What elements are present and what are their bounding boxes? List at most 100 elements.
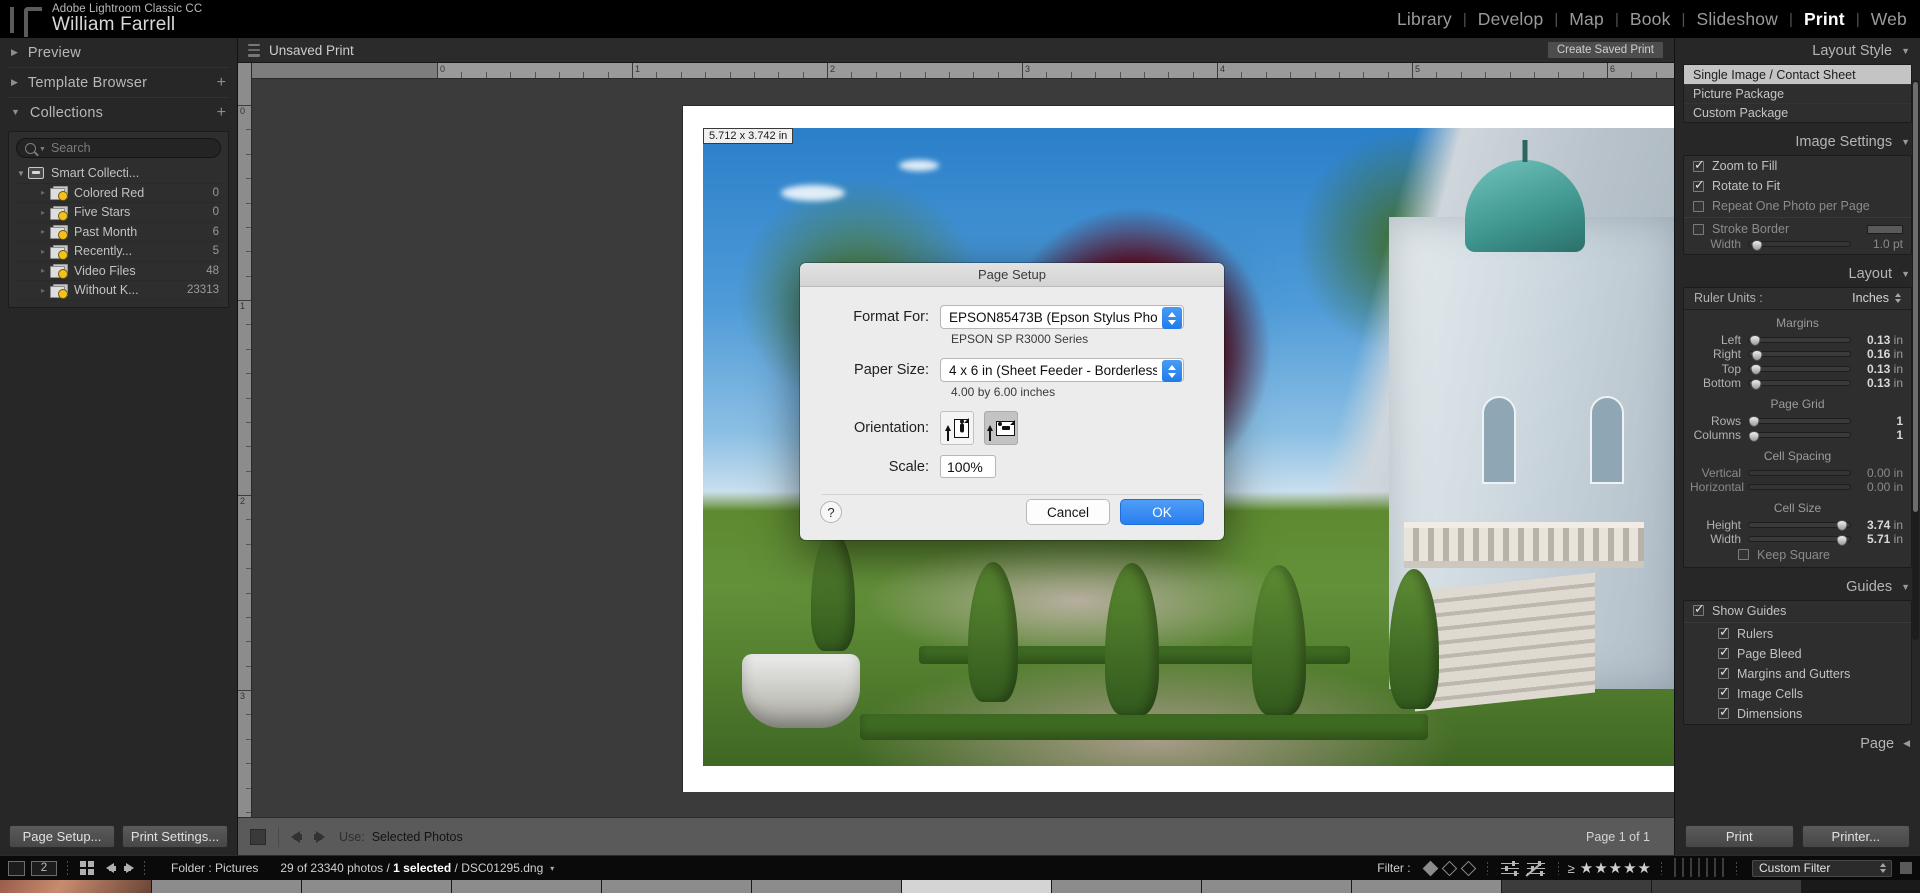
slider-track[interactable] (1748, 378, 1851, 390)
ruler-units-dropdown[interactable]: Inches (1852, 291, 1901, 305)
custom-filter-dropdown[interactable]: Custom Filter (1752, 859, 1892, 877)
template-browser-panel-header[interactable]: ▶ Template Browser + (0, 68, 237, 97)
filmstrip-thumbnail[interactable] (302, 880, 452, 893)
page-setup-dialog[interactable]: Page Setup Format For: EPSON85473B (Epso… (800, 263, 1224, 540)
collections-panel-header[interactable]: ▼ Collections + (0, 98, 237, 127)
slider-knob[interactable] (1751, 239, 1763, 251)
slider-knob[interactable] (1750, 378, 1762, 390)
add-collection-icon[interactable]: + (217, 104, 226, 121)
stroke-border-checkbox[interactable]: Stroke Border (1684, 219, 1911, 239)
go-back-button[interactable] (106, 863, 116, 873)
orientation-portrait-button[interactable] (940, 411, 974, 445)
collection-row-five-stars[interactable]: ▸ Five Stars 0 (14, 203, 223, 223)
filmstrip-thumbnail[interactable] (752, 880, 902, 893)
layout-style-single-image-contact-sheet[interactable]: Single Image / Contact Sheet (1684, 65, 1911, 84)
color-label-swatch[interactable] (1722, 858, 1724, 877)
filmstrip-thumbnail-selected[interactable] (902, 880, 1052, 893)
chevron-down-icon[interactable]: ▼ (14, 169, 28, 178)
collection-row-past-month[interactable]: ▸ Past Month 6 (14, 223, 223, 242)
chevron-right-icon[interactable]: ▸ (36, 266, 50, 275)
create-saved-print-button[interactable]: Create Saved Print (1546, 41, 1664, 59)
columns-slider-row[interactable]: Columns 1 (1684, 428, 1911, 443)
stepper-icon[interactable] (1162, 307, 1182, 329)
slider-knob[interactable] (1749, 335, 1761, 347)
horizontal-slider-row[interactable]: Horizontal 0.00 in (1684, 480, 1911, 495)
slider-track[interactable] (1748, 335, 1851, 347)
filmstrip[interactable] (0, 880, 1920, 893)
collections-search-box[interactable]: ▼ (16, 138, 221, 158)
guide-dimensions-checkbox[interactable]: Dimensions (1684, 704, 1911, 724)
page-panel-header[interactable]: Page ◀ (1675, 731, 1920, 757)
top-slider-row[interactable]: Top 0.13 in (1684, 362, 1911, 377)
star-rating-filter[interactable]: ★★★★★ (1580, 859, 1652, 877)
chevron-right-icon[interactable]: ▸ (36, 227, 50, 236)
module-web[interactable]: Web (1860, 9, 1918, 30)
guide-rulers-checkbox[interactable]: Rulers (1684, 624, 1911, 644)
use-dropdown[interactable]: Selected Photos (372, 830, 463, 844)
ruler-units-row[interactable]: Ruler Units : Inches (1684, 287, 1911, 310)
module-develop[interactable]: Develop (1467, 9, 1555, 30)
slider-track[interactable] (1748, 469, 1851, 476)
filmstrip-thumbnail[interactable] (152, 880, 302, 893)
right-slider-row[interactable]: Right 0.16 in (1684, 347, 1911, 362)
preview-panel-header[interactable]: ▶ Preview (0, 38, 237, 67)
chevron-right-icon[interactable]: ▸ (36, 247, 50, 256)
chevron-down-icon[interactable]: ▼ (39, 146, 46, 153)
primary-display-button[interactable] (8, 860, 25, 876)
slider-knob[interactable] (1750, 364, 1762, 376)
cancel-button[interactable]: Cancel (1026, 499, 1110, 525)
previous-page-button[interactable] (291, 830, 302, 843)
grid-view-icon[interactable] (80, 861, 94, 875)
module-library[interactable]: Library (1386, 9, 1463, 30)
slider-knob[interactable] (1751, 349, 1763, 361)
chevron-right-icon[interactable]: ▸ (36, 286, 50, 295)
paper-size-dropdown[interactable]: 4 x 6 in (Sheet Feeder - Borderless (Aut… (940, 358, 1184, 382)
filmstrip-thumbnail[interactable] (1202, 880, 1352, 893)
filter-toggle-button[interactable] (1900, 862, 1912, 874)
color-label-swatch[interactable] (1698, 858, 1700, 877)
next-page-button[interactable] (314, 830, 325, 843)
collection-row-colored-red[interactable]: ▸ Colored Red 0 (14, 184, 223, 203)
guide-image-cells-checkbox[interactable]: Image Cells (1684, 684, 1911, 704)
filmstrip-thumbnail[interactable] (452, 880, 602, 893)
bottom-slider-row[interactable]: Bottom 0.13 in (1684, 376, 1911, 391)
unedited-filter-icon[interactable] (1526, 860, 1545, 876)
module-slideshow[interactable]: Slideshow (1685, 9, 1789, 30)
layout-style-picture-package[interactable]: Picture Package (1684, 84, 1911, 103)
flag-rejected-icon[interactable] (1460, 860, 1476, 876)
ok-button[interactable]: OK (1120, 499, 1204, 525)
repeat-one-photo-per-page-checkbox[interactable]: Repeat One Photo per Page (1684, 196, 1911, 216)
image-settings-panel-header[interactable]: Image Settings ▼ (1675, 129, 1920, 155)
slider-track[interactable] (1748, 349, 1851, 361)
help-button[interactable]: ? (820, 501, 842, 523)
module-book[interactable]: Book (1619, 9, 1682, 30)
collection-row-smart-collecti[interactable]: ▼ Smart Collecti... (14, 164, 223, 184)
filmstrip-thumbnail[interactable] (0, 880, 152, 893)
right-panel-scrollbar[interactable] (1912, 80, 1919, 640)
source-label[interactable]: Folder : Pictures (171, 861, 258, 875)
color-label-swatch[interactable] (1706, 858, 1708, 877)
rating-operator-label[interactable]: ≥ (1568, 861, 1575, 876)
stepper-icon[interactable] (1162, 360, 1182, 382)
go-forward-button[interactable] (124, 863, 134, 873)
layout-panel-header[interactable]: Layout ▼ (1675, 261, 1920, 287)
rotate-to-fit-checkbox[interactable]: Rotate to Fit (1684, 176, 1911, 196)
vertical-slider-row[interactable]: Vertical 0.00 in (1684, 466, 1911, 481)
filmstrip-thumbnail[interactable] (1502, 880, 1652, 893)
flag-unflagged-icon[interactable] (1441, 860, 1457, 876)
color-label-swatch[interactable] (1674, 858, 1676, 877)
slider-knob[interactable] (1748, 416, 1760, 428)
rows-slider-row[interactable]: Rows 1 (1684, 414, 1911, 429)
chevron-right-icon[interactable]: ▸ (36, 208, 50, 217)
chevron-down-icon[interactable]: ▾ (550, 864, 554, 873)
show-hide-toolbar-button[interactable] (250, 828, 266, 845)
left-slider-row[interactable]: Left 0.13 in (1684, 333, 1911, 348)
stroke-color-swatch[interactable] (1867, 224, 1903, 234)
collection-row-recently[interactable]: ▸ Recently... 5 (14, 242, 223, 262)
height-slider-row[interactable]: Height 3.74 in (1684, 518, 1911, 533)
stroke-width-track[interactable] (1748, 239, 1851, 251)
filmstrip-thumbnail[interactable] (1652, 880, 1802, 893)
filmstrip-thumbnail[interactable] (1052, 880, 1202, 893)
guides-panel-header[interactable]: Guides ▼ (1675, 574, 1920, 600)
collection-row-without-k[interactable]: ▸ Without K... 23313 (14, 281, 223, 301)
